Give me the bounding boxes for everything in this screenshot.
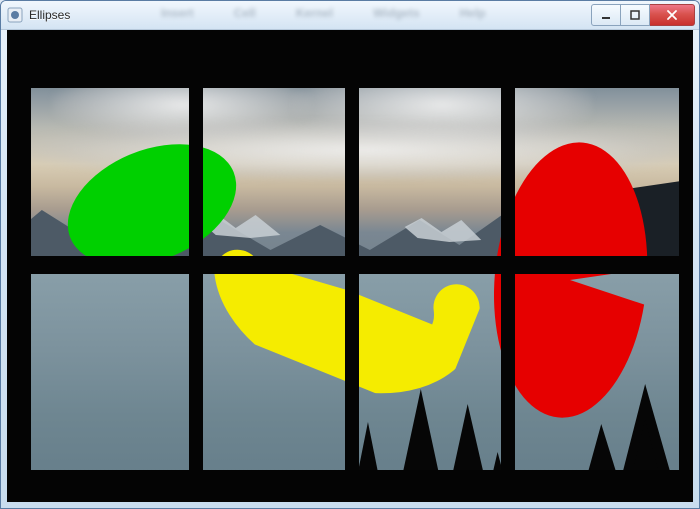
image-canvas: [7, 30, 693, 502]
red-ellipse: [478, 134, 662, 427]
maximize-button[interactable]: [621, 4, 650, 26]
app-icon: [7, 7, 23, 23]
close-button[interactable]: [650, 4, 695, 26]
window-title: Ellipses: [29, 8, 591, 22]
minimize-button[interactable]: [591, 4, 621, 26]
app-window: Insert Cell Kernel Widgets Help Ellipses: [0, 0, 700, 509]
scene: [7, 30, 693, 502]
titlebar[interactable]: Ellipses: [1, 1, 699, 30]
window-controls: [591, 4, 695, 26]
